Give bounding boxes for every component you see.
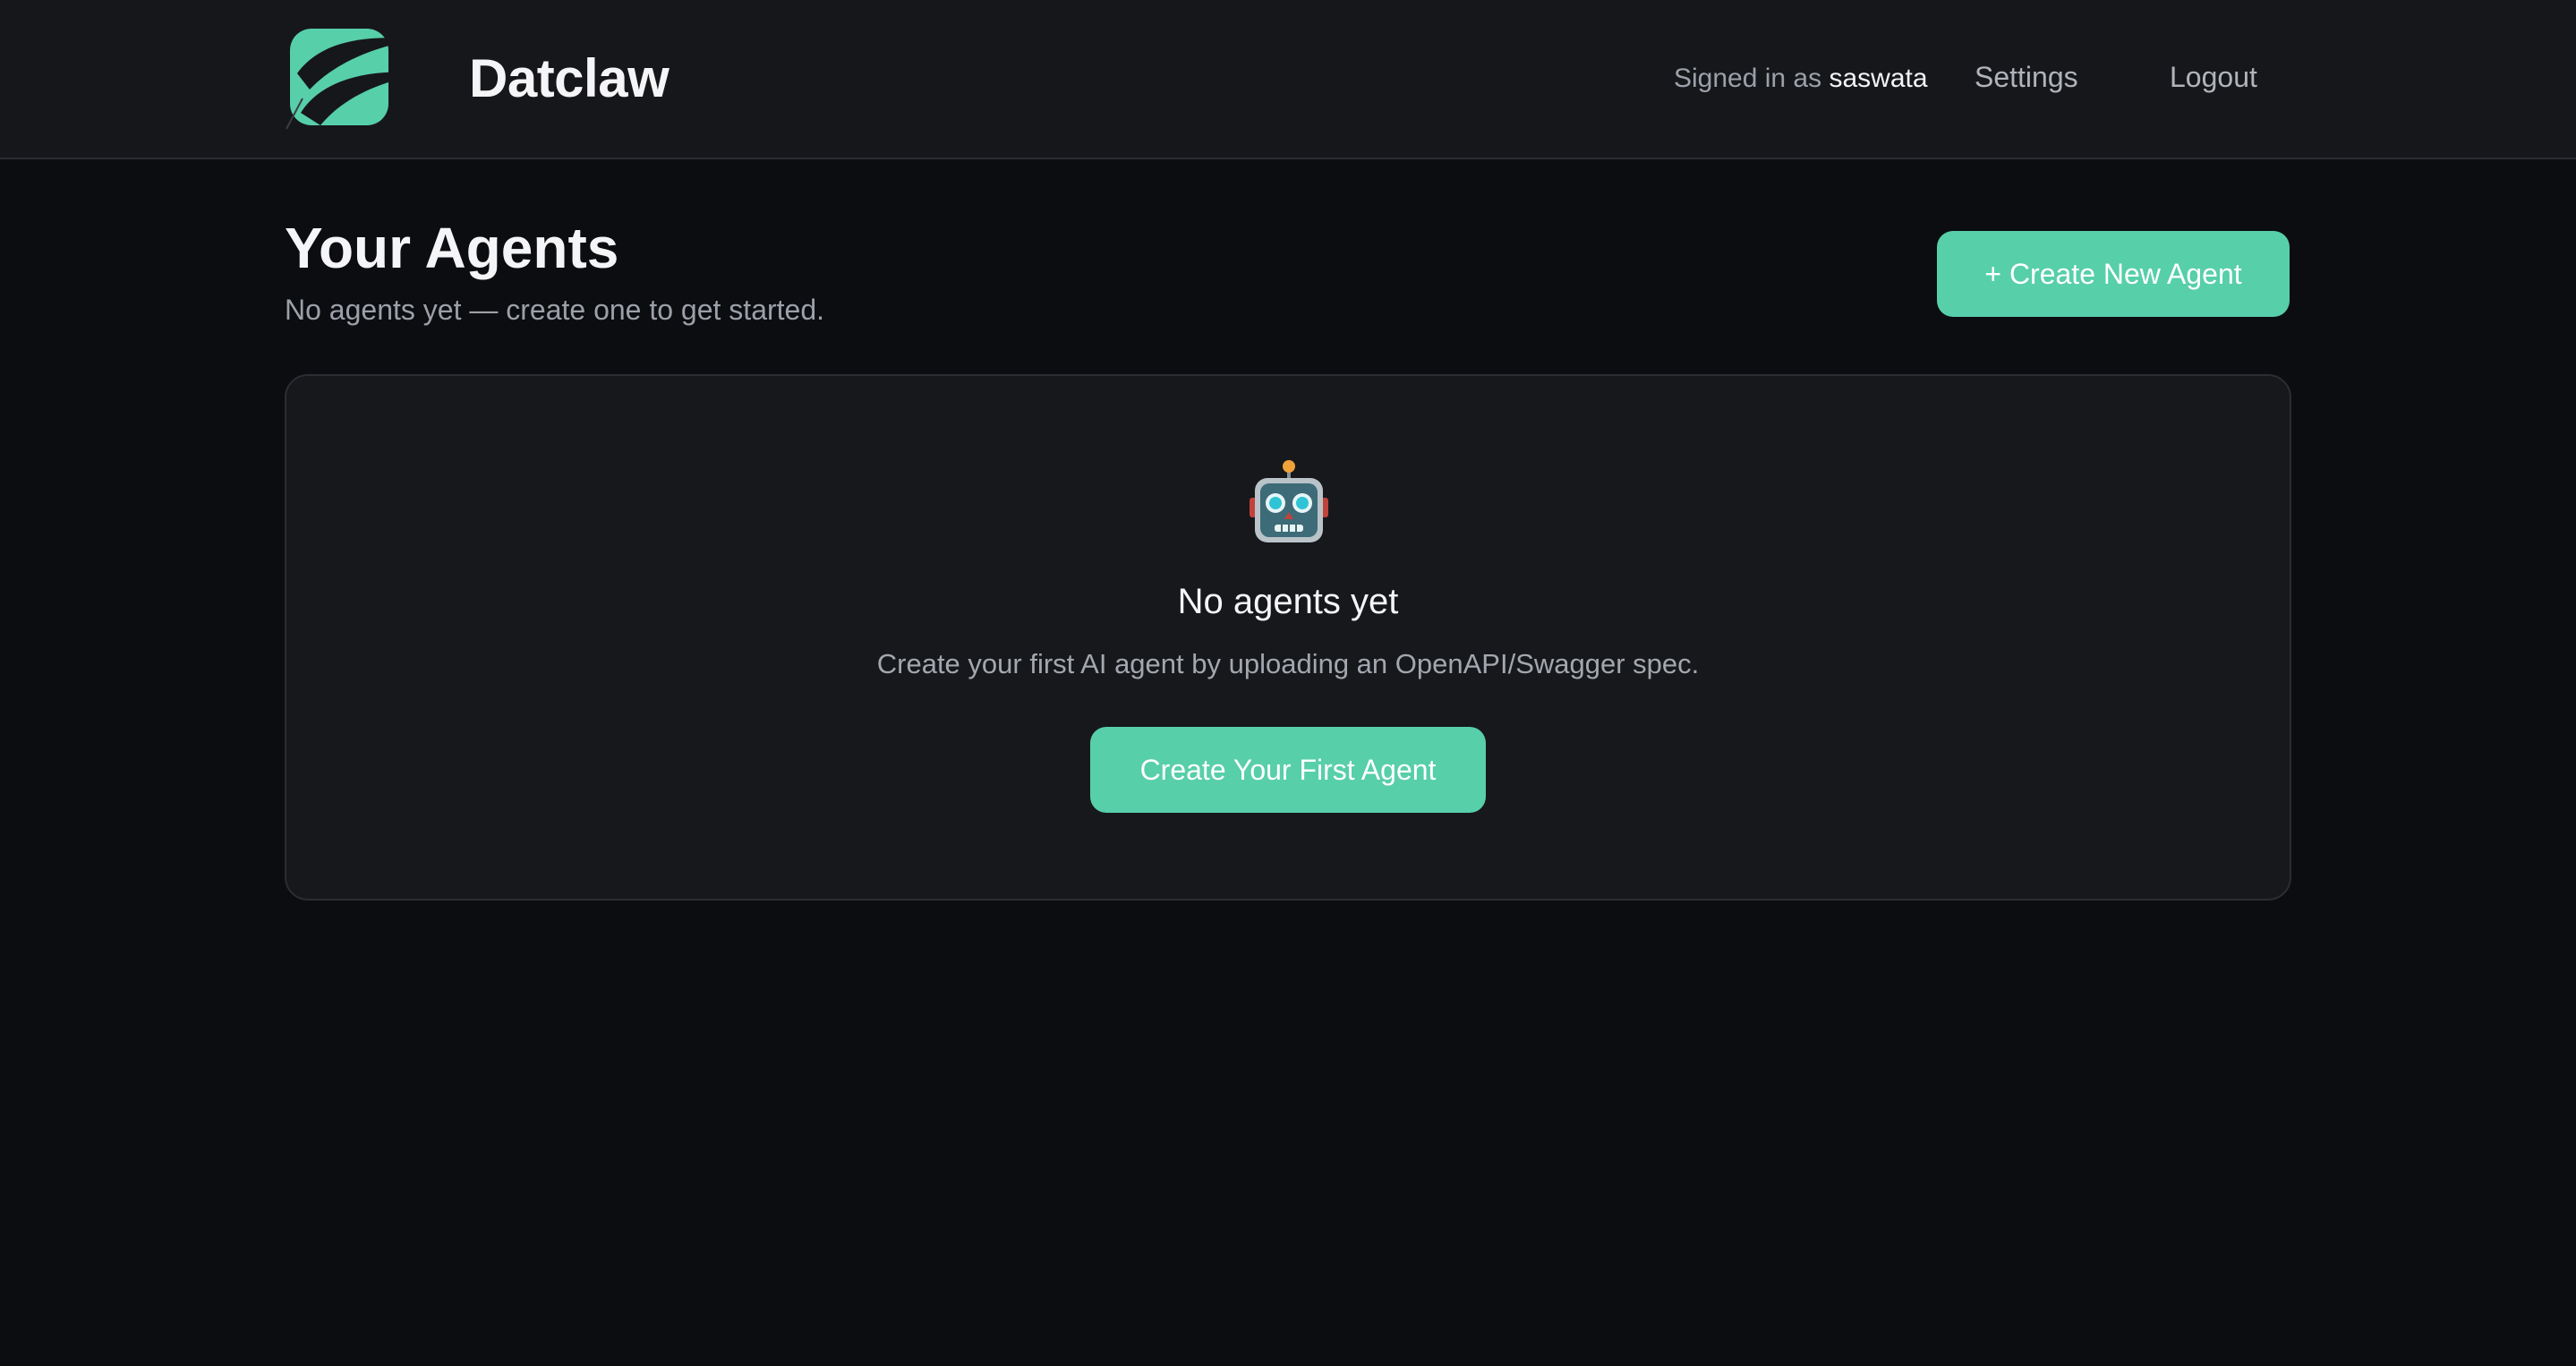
signed-in-status: Signed in as saswata bbox=[1674, 61, 1928, 97]
create-new-agent-button[interactable]: + Create New Agent bbox=[1937, 231, 2290, 317]
brand-name[interactable]: Datclaw bbox=[469, 45, 670, 113]
page-subtitle: No agents yet — create one to get starte… bbox=[285, 294, 825, 326]
signed-in-prefix: Signed in as bbox=[1674, 64, 1822, 93]
logout-link[interactable]: Logout bbox=[2170, 57, 2257, 97]
top-nav-bar: Datclaw Signed in as saswata Settings Lo… bbox=[0, 0, 2576, 159]
robot-icon bbox=[1250, 460, 1328, 542]
empty-state-description: Create your first AI agent by uploading … bbox=[876, 648, 1700, 679]
datclaw-logo-icon[interactable] bbox=[285, 27, 430, 131]
empty-state-card: No agents yet Create your first AI agent… bbox=[285, 374, 2291, 901]
settings-link[interactable]: Settings bbox=[1975, 57, 2078, 97]
create-first-agent-button[interactable]: Create Your First Agent bbox=[1090, 727, 1486, 813]
username: saswata bbox=[1829, 64, 1928, 93]
page-title: Your Agents bbox=[285, 216, 619, 280]
empty-state-title: No agents yet bbox=[1177, 582, 1399, 621]
